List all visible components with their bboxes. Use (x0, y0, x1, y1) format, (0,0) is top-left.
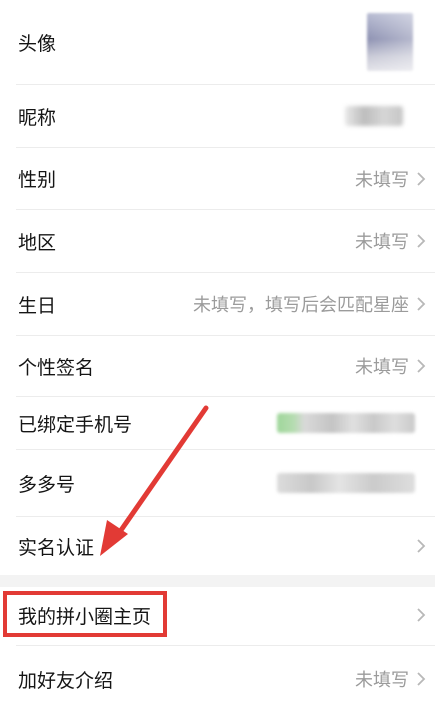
duoduo-id-value-blurred (277, 473, 415, 493)
chevron-right-icon (415, 357, 427, 375)
avatar-label: 头像 (18, 32, 57, 55)
real-name-auth-label: 实名认证 (18, 536, 95, 559)
chevron-right-icon (415, 295, 427, 313)
real-name-auth-row[interactable]: 实名认证 (0, 517, 435, 575)
signature-value: 未填写 (355, 357, 409, 378)
nickname-value-blurred (345, 106, 403, 126)
duoduo-id-row[interactable]: 多多号 (0, 450, 435, 516)
section-separator (0, 575, 435, 587)
profile-settings-page: 头像 昵称 性别 未填写 地区 未填写 生日 未填写，填写后会匹配星座 个性签名… (0, 0, 435, 713)
gender-label: 性别 (18, 169, 57, 191)
add-friend-intro-label: 加好友介绍 (18, 669, 114, 692)
chevron-right-icon (415, 670, 427, 688)
phone-value-blurred (277, 413, 415, 433)
avatar[interactable] (367, 13, 413, 71)
signature-row[interactable]: 个性签名 未填写 (0, 336, 435, 396)
highlight-box (3, 591, 167, 637)
gender-row[interactable]: 性别 未填写 (0, 148, 435, 209)
signature-label: 个性签名 (18, 356, 95, 379)
duoduo-id-label: 多多号 (18, 473, 76, 496)
region-label: 地区 (18, 231, 57, 254)
chevron-right-icon (415, 537, 427, 555)
chevron-right-icon (415, 170, 427, 188)
chevron-right-icon (415, 606, 427, 624)
nickname-label: 昵称 (18, 106, 57, 129)
nickname-row[interactable]: 昵称 (0, 85, 435, 147)
birthday-label: 生日 (18, 294, 57, 317)
add-friend-intro-value: 未填写 (355, 670, 409, 691)
gender-value: 未填写 (355, 169, 409, 191)
birthday-row[interactable]: 生日 未填写，填写后会匹配星座 (0, 273, 435, 335)
chevron-right-icon (415, 232, 427, 250)
region-value: 未填写 (355, 232, 409, 253)
add-friend-intro-row[interactable]: 加好友介绍 未填写 (0, 646, 435, 712)
region-row[interactable]: 地区 未填写 (0, 210, 435, 272)
birthday-value: 未填写，填写后会匹配星座 (193, 295, 409, 316)
phone-label: 已绑定手机号 (18, 413, 133, 436)
avatar-row[interactable]: 头像 (0, 0, 435, 84)
phone-row[interactable]: 已绑定手机号 (0, 397, 435, 449)
